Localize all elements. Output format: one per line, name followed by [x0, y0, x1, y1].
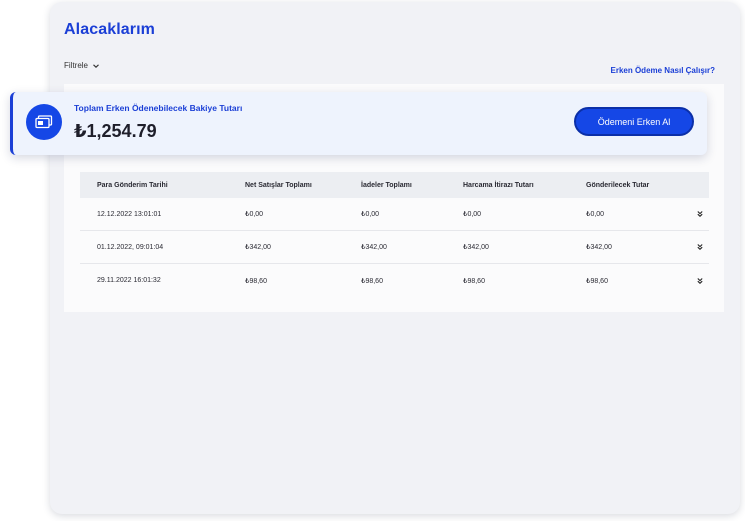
cell-disputes: ₺98,60 — [463, 277, 485, 285]
chevrons-down-icon[interactable] — [696, 243, 704, 251]
balance-amount: ₺1,254.79 — [74, 121, 157, 141]
header-disputes: Harcama İtirazı Tutarı — [463, 181, 534, 189]
table-row[interactable]: 12.12.2022 13:01:01 ₺0,00 ₺0,00 ₺0,00 ₺0… — [80, 198, 709, 231]
header-date: Para Gönderim Tarihi — [97, 181, 168, 189]
cell-payout: ₺342,00 — [586, 244, 612, 251]
chevron-down-icon — [92, 62, 100, 70]
cell-refunds: ₺0,00 — [361, 211, 380, 218]
receivables-table: Para Gönderim Tarihi Net Satışlar Toplam… — [80, 172, 709, 297]
header-refunds: İadeler Toplamı — [361, 181, 412, 189]
cell-payout: ₺0,00 — [586, 211, 605, 218]
balance-card: Toplam Erken Ödenebilecek Bakiye Tutarı … — [10, 92, 707, 155]
cell-date: 29.11.2022 16:01:32 — [97, 277, 161, 284]
cell-net-sales: ₺342,00 — [245, 244, 271, 251]
chevrons-down-icon[interactable] — [696, 210, 704, 218]
cell-refunds: ₺98,60 — [361, 277, 383, 285]
wallet-icon — [26, 104, 62, 140]
header-payout: Gönderilecek Tutar — [586, 181, 650, 189]
page-title: Alacaklarım — [64, 21, 155, 38]
cell-disputes: ₺342,00 — [463, 244, 489, 251]
cell-refunds: ₺342,00 — [361, 244, 387, 251]
cell-payout: ₺98,60 — [586, 277, 608, 285]
table-row[interactable]: 01.12.2022, 09:01:04 ₺342,00 ₺342,00 ₺34… — [80, 231, 709, 264]
chevrons-down-icon[interactable] — [696, 277, 704, 285]
cell-date: 12.12.2022 13:01:01 — [97, 210, 162, 218]
how-it-works-link[interactable]: Erken Ödeme Nasıl Çalışır? — [611, 66, 716, 75]
balance-label: Toplam Erken Ödenebilecek Bakiye Tutarı — [74, 103, 243, 113]
filter-dropdown[interactable]: Filtrele — [64, 61, 100, 70]
cell-disputes: ₺0,00 — [463, 211, 482, 218]
cell-net-sales: ₺98,60 — [245, 277, 267, 285]
filter-label: Filtrele — [64, 61, 89, 70]
table-row[interactable]: 29.11.2022 16:01:32 ₺98,60 ₺98,60 ₺98,60… — [80, 264, 709, 297]
header-net-sales: Net Satışlar Toplamı — [245, 181, 312, 189]
table-header: Para Gönderim Tarihi Net Satışlar Toplam… — [80, 172, 709, 198]
cell-date: 01.12.2022, 09:01:04 — [97, 243, 164, 251]
cell-net-sales: ₺0,00 — [245, 211, 264, 218]
early-payment-button[interactable]: Ödemeni Erken Al — [574, 107, 694, 136]
